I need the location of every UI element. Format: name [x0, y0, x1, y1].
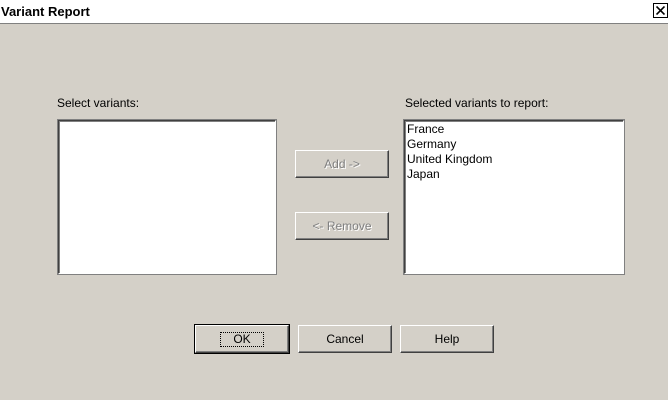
title-bar[interactable]: Variant Report	[0, 0, 668, 24]
variant-report-dialog: Variant Report Select variants: Selected…	[0, 0, 668, 400]
selected-variants-list[interactable]: France Germany United Kingdom Japan	[403, 119, 625, 275]
list-item[interactable]: United Kingdom	[407, 152, 621, 167]
available-variants-list[interactable]	[57, 119, 277, 275]
available-variants-items	[59, 121, 275, 123]
cancel-button[interactable]: Cancel	[298, 325, 392, 353]
selected-variants-items: France Germany United Kingdom Japan	[405, 121, 623, 183]
list-item[interactable]: Japan	[407, 167, 621, 182]
list-item[interactable]: Germany	[407, 137, 621, 152]
close-button[interactable]	[653, 3, 668, 18]
window-title: Variant Report	[1, 4, 90, 19]
help-button[interactable]: Help	[400, 325, 494, 353]
close-icon	[656, 6, 665, 15]
add-button[interactable]: Add ->	[295, 150, 389, 178]
list-item[interactable]: France	[407, 122, 621, 137]
ok-button-label: OK	[220, 331, 264, 347]
selected-variants-label: Selected variants to report:	[405, 96, 549, 110]
remove-button[interactable]: <- Remove	[295, 212, 389, 240]
ok-button[interactable]: OK	[194, 324, 290, 354]
select-variants-label: Select variants:	[57, 96, 140, 110]
